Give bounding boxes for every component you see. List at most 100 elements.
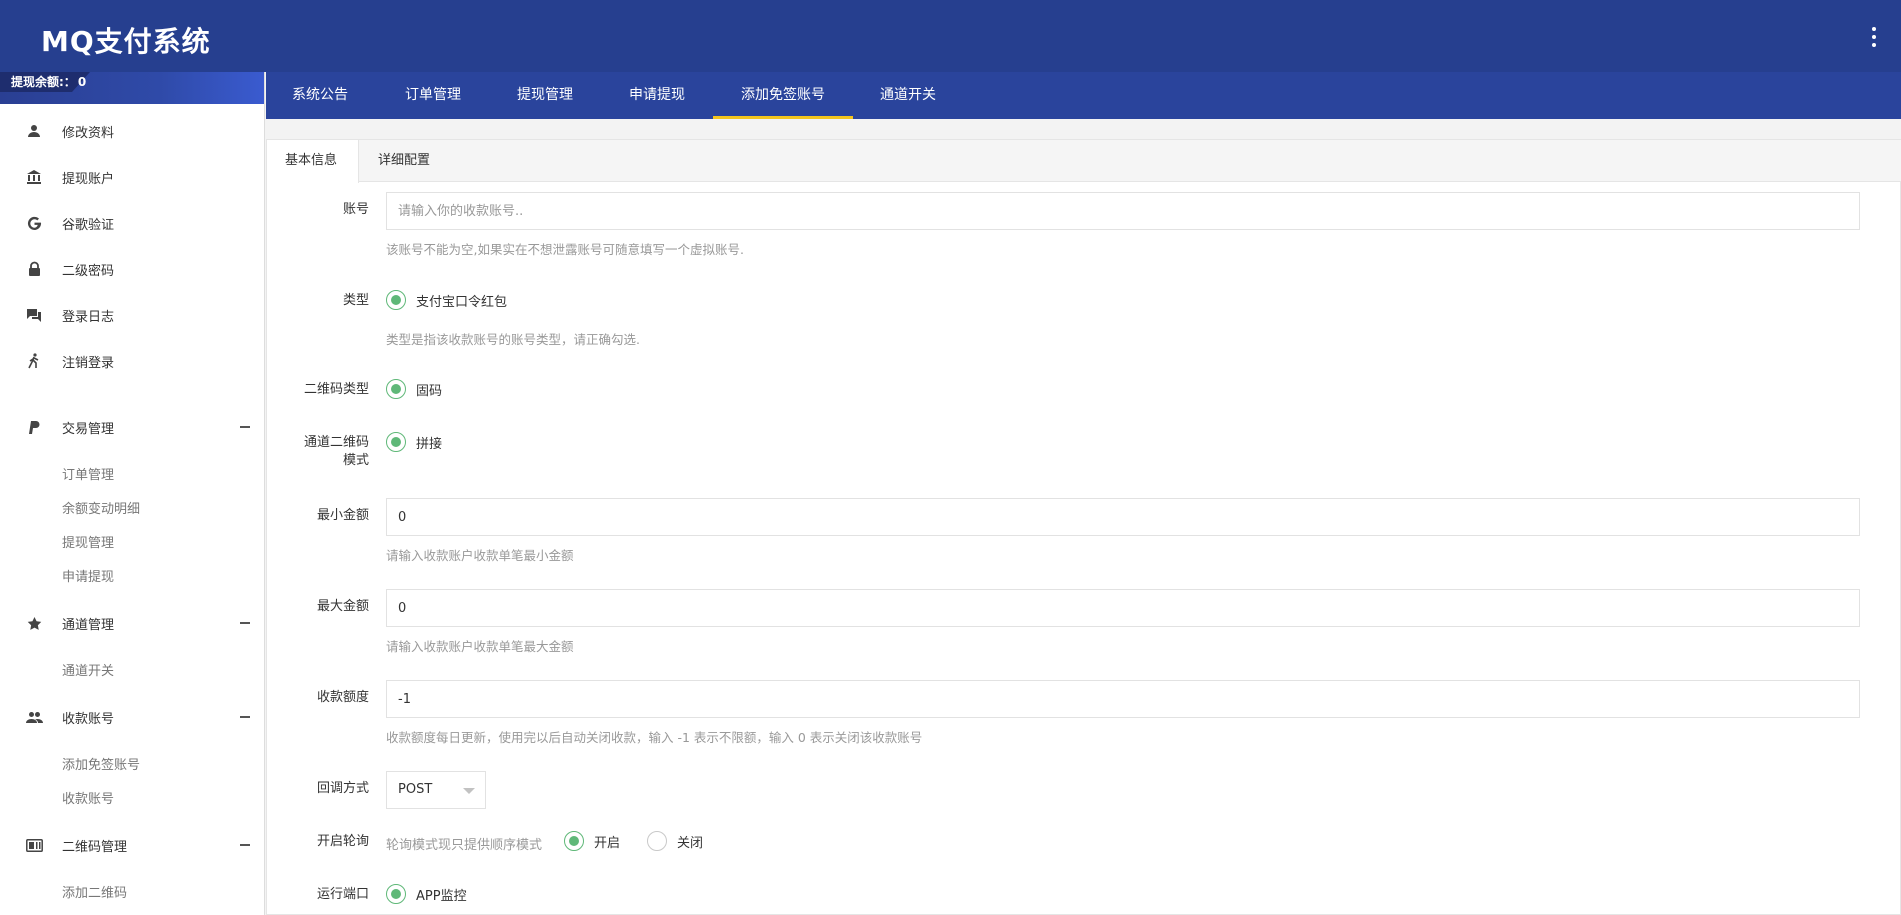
tab-apply-withdraw[interactable]: 申请提现 <box>629 72 685 119</box>
channel-qr-mode-label-line1: 通道二维码 <box>303 435 369 450</box>
polling-on-label: 开启 <box>594 835 621 851</box>
sidebar-group-receiving-account[interactable]: 收款账号 <box>0 700 264 734</box>
person-icon <box>24 121 44 141</box>
forum-icon <box>24 305 44 325</box>
channel-qr-mode-label-line2: 模式 <box>342 453 369 468</box>
radio-checked-icon <box>386 884 406 904</box>
qr-type-radio-fixed[interactable]: 固码 <box>386 379 442 399</box>
polling-radio-on[interactable]: 开启 <box>564 831 620 851</box>
sidebar-group-channel[interactable]: 通道管理 <box>0 606 264 640</box>
tab-order-manage[interactable]: 订单管理 <box>405 72 461 119</box>
collapse-icon[interactable] <box>240 844 250 846</box>
min-amount-input[interactable] <box>386 498 1860 536</box>
radio-unchecked-icon <box>647 831 667 851</box>
collapse-icon[interactable] <box>240 716 250 718</box>
form-card: 基本信息 详细配置 账号 该账号不能为空,如果实在不想泄露账号可随意填写一个虚拟… <box>266 139 1901 915</box>
polling-label: 开启轮询 <box>316 834 369 849</box>
sidebar-sub-add-free-sign-account[interactable]: 添加免签账号 <box>62 754 140 773</box>
callback-select[interactable]: POST <box>386 771 486 809</box>
walk-icon <box>24 351 44 371</box>
sidebar-item-label: 提现账户 <box>62 171 115 187</box>
dropdown-arrow-icon <box>463 788 475 794</box>
sidebar-item-logout[interactable]: 注销登录 <box>0 344 264 378</box>
top-tab-nav: 系统公告 订单管理 提现管理 申请提现 添加免签账号 通道开关 <box>266 72 1901 119</box>
max-amount-hint: 请输入收款账户收款单笔最大金额 <box>386 639 574 654</box>
port-label: 运行端口 <box>316 887 369 902</box>
collapse-icon[interactable] <box>240 426 250 428</box>
paypal-icon <box>24 417 44 437</box>
sidebar-group-label: 交易管理 <box>62 421 115 437</box>
quota-label: 收款额度 <box>316 690 369 705</box>
qr-type-label: 二维码类型 <box>303 382 369 397</box>
qr-card-icon <box>24 835 44 855</box>
tab-channel-switch[interactable]: 通道开关 <box>880 72 936 119</box>
inner-tab-bar: 基本信息 详细配置 <box>267 140 1901 183</box>
radio-checked-icon <box>386 290 406 310</box>
tab-add-free-sign-account[interactable]: 添加免签账号 <box>713 72 853 119</box>
tab-basic-info[interactable]: 基本信息 <box>267 140 359 183</box>
collapse-icon[interactable] <box>240 622 250 624</box>
sidebar-item-login-log[interactable]: 登录日志 <box>0 298 264 332</box>
sidebar-item-label: 修改资料 <box>62 125 115 141</box>
type-option-label: 支付宝口令红包 <box>416 294 508 310</box>
balance-bar: 提现余额:： 0 <box>0 72 264 104</box>
port-radio-app-monitor[interactable]: APP监控 <box>386 884 467 904</box>
min-amount-hint: 请输入收款账户收款单笔最小金额 <box>386 548 574 563</box>
sidebar-item-profile[interactable]: 修改资料 <box>0 114 264 148</box>
sidebar-item-label: 谷歌验证 <box>62 217 115 233</box>
tab-announcement[interactable]: 系统公告 <box>292 72 348 119</box>
type-hint: 类型是指该收款账号的账号类型，请正确勾选. <box>386 332 640 347</box>
tab-detail-config[interactable]: 详细配置 <box>378 140 430 182</box>
sidebar-group-trade[interactable]: 交易管理 <box>0 410 264 444</box>
sidebar-sub-order-manage[interactable]: 订单管理 <box>62 464 114 483</box>
more-options-icon[interactable] <box>1871 27 1877 47</box>
google-icon <box>24 213 44 233</box>
type-radio-alipay[interactable]: 支付宝口令红包 <box>386 290 507 310</box>
port-option-label: APP监控 <box>416 888 467 904</box>
top-header: MQ支付系统 <box>0 0 1901 72</box>
channel-qr-radio-splice[interactable]: 拼接 <box>386 432 442 452</box>
qr-type-option-label: 固码 <box>416 383 443 399</box>
sidebar-item-label: 注销登录 <box>62 355 115 371</box>
sidebar: 提现余额:： 0 修改资料 提现账户 谷歌验证 二级密码 登录日志 注销登录 交易… <box>0 72 265 915</box>
tab-withdraw-manage[interactable]: 提现管理 <box>517 72 573 119</box>
account-input[interactable] <box>386 192 1860 230</box>
min-amount-label: 最小金额 <box>316 508 369 523</box>
radio-checked-icon <box>564 831 584 851</box>
bank-icon <box>24 167 44 187</box>
sidebar-group-label: 收款账号 <box>62 711 115 727</box>
balance-label: 提现余额:： <box>11 75 76 89</box>
callback-label: 回调方式 <box>316 781 369 796</box>
radio-checked-icon <box>386 379 406 399</box>
sidebar-group-qr-manage[interactable]: 二维码管理 <box>0 828 264 862</box>
sidebar-sub-channel-switch[interactable]: 通道开关 <box>62 660 114 679</box>
lock-icon <box>24 259 44 279</box>
max-amount-label: 最大金额 <box>316 599 369 614</box>
type-label: 类型 <box>342 293 369 308</box>
polling-off-label: 关闭 <box>677 835 704 851</box>
max-amount-input[interactable] <box>386 589 1860 627</box>
people-icon <box>24 707 44 727</box>
sidebar-item-withdraw-account[interactable]: 提现账户 <box>0 160 264 194</box>
account-hint: 该账号不能为空,如果实在不想泄露账号可随意填写一个虚拟账号. <box>386 242 744 257</box>
radio-checked-icon <box>386 432 406 452</box>
channel-qr-option-label: 拼接 <box>416 436 443 452</box>
sidebar-group-label: 通道管理 <box>62 617 115 633</box>
sidebar-item-second-password[interactable]: 二级密码 <box>0 252 264 286</box>
quota-hint: 收款额度每日更新，使用完以后自动关闭收款，输入 -1 表示不限额，输入 0 表示… <box>386 730 923 745</box>
polling-note: 轮询模式现只提供顺序模式 <box>386 838 543 853</box>
sidebar-item-label: 登录日志 <box>62 309 115 325</box>
sidebar-sub-add-qr[interactable]: 添加二维码 <box>62 882 127 901</box>
sidebar-group-label: 二维码管理 <box>62 839 128 855</box>
sidebar-sub-apply-withdraw[interactable]: 申请提现 <box>62 566 114 585</box>
balance-value: 0 <box>77 75 87 89</box>
sidebar-item-google-auth[interactable]: 谷歌验证 <box>0 206 264 240</box>
sidebar-sub-withdraw-manage[interactable]: 提现管理 <box>62 532 114 551</box>
quota-input[interactable] <box>386 680 1860 718</box>
account-label: 账号 <box>342 202 369 217</box>
app-title: MQ支付系统 <box>41 25 211 58</box>
sidebar-sub-balance-detail[interactable]: 余额变动明细 <box>62 498 140 517</box>
star-icon <box>24 613 44 633</box>
sidebar-sub-receiving-account[interactable]: 收款账号 <box>62 788 114 807</box>
polling-radio-off[interactable]: 关闭 <box>647 831 703 851</box>
